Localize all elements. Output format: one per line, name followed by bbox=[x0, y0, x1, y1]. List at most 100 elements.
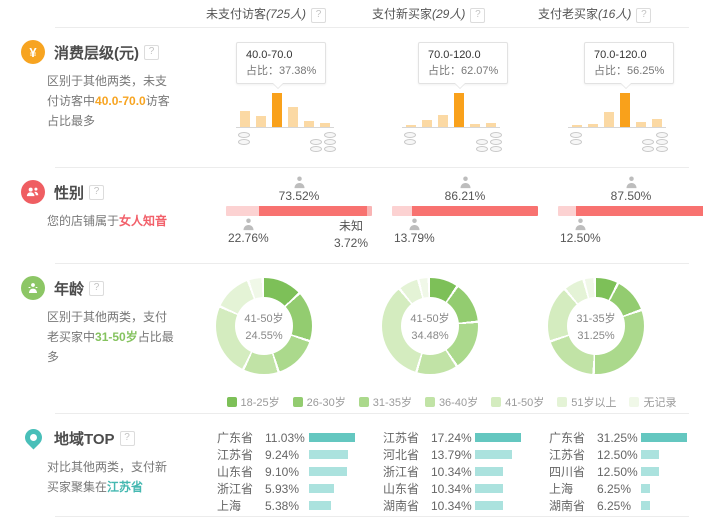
coin-icon bbox=[490, 132, 502, 138]
region-bar[interactable] bbox=[309, 501, 331, 510]
gender-chart-new-buyers: 86.21% 13.79% bbox=[366, 168, 532, 264]
help-icon[interactable]: ? bbox=[89, 185, 104, 200]
region-bar[interactable] bbox=[641, 433, 687, 442]
male-percent: 13.79% bbox=[394, 231, 435, 245]
donut-center: 31-35岁 31.25% bbox=[567, 297, 625, 355]
region-bar[interactable] bbox=[309, 484, 334, 493]
female-percent: 73.52% bbox=[226, 189, 372, 203]
female-segment[interactable] bbox=[576, 206, 703, 216]
unknown-label bbox=[666, 218, 700, 252]
region-bar[interactable] bbox=[641, 450, 659, 459]
consumption-bar[interactable] bbox=[636, 122, 646, 127]
gender-stacked-bar[interactable] bbox=[558, 206, 703, 216]
region-list-new-buyers: 江苏省17.24%河北省13.79%浙江省10.34%山东省10.34%湖南省1… bbox=[366, 414, 532, 517]
region-bar[interactable] bbox=[475, 450, 512, 459]
legend-item: 41-50岁 bbox=[491, 394, 544, 410]
male-segment[interactable] bbox=[558, 206, 576, 216]
help-icon[interactable]: ? bbox=[144, 45, 159, 60]
col-head-unpaid-visitors: 未支付访客(725人)? bbox=[200, 5, 366, 23]
consumption-bar[interactable] bbox=[588, 124, 598, 127]
coin-stack-low bbox=[570, 131, 582, 152]
help-icon[interactable]: ? bbox=[120, 431, 135, 446]
coin-icon bbox=[324, 139, 336, 145]
legend-label: 51岁以上 bbox=[571, 394, 616, 410]
consumption-bar[interactable] bbox=[288, 107, 298, 127]
coin-icons bbox=[568, 131, 670, 152]
consumption-bar[interactable] bbox=[470, 124, 480, 127]
region-bar[interactable] bbox=[641, 484, 650, 493]
legend-label: 无记录 bbox=[643, 394, 676, 410]
region-bar[interactable] bbox=[475, 467, 503, 476]
legend-item: 26-30岁 bbox=[293, 394, 346, 410]
coin-icon bbox=[238, 132, 250, 138]
male-figure: 13.79% bbox=[394, 218, 435, 252]
male-segment[interactable] bbox=[392, 206, 412, 216]
region-bar[interactable] bbox=[309, 433, 355, 442]
region-bar[interactable] bbox=[475, 433, 521, 442]
consumption-bar[interactable] bbox=[620, 93, 630, 127]
region-bar[interactable] bbox=[475, 484, 503, 493]
region-row: 湖南省6.25% bbox=[549, 497, 693, 510]
coin-icon bbox=[656, 132, 668, 138]
male-icon bbox=[241, 218, 256, 231]
consumption-bar[interactable] bbox=[486, 123, 496, 127]
male-figure: 12.50% bbox=[560, 218, 601, 252]
help-icon[interactable]: ? bbox=[89, 281, 104, 296]
region-bar[interactable] bbox=[475, 501, 503, 510]
male-segment[interactable] bbox=[226, 206, 259, 216]
section-gender: 性别 ? 您的店铺属于女人知音 73.52% 22.76% 未知 bbox=[0, 168, 703, 264]
region-bar[interactable] bbox=[641, 467, 659, 476]
consumption-chart-new-buyers: 70.0-120.0 占比：62.07% bbox=[366, 28, 532, 168]
section-title: 年龄 bbox=[54, 278, 84, 299]
region-name: 江苏省 bbox=[383, 429, 431, 446]
region-row: 山东省9.10% bbox=[217, 463, 356, 476]
female-segment[interactable] bbox=[412, 206, 538, 216]
help-icon[interactable]: ? bbox=[470, 8, 485, 23]
legend-swatch bbox=[293, 397, 303, 407]
region-name: 四川省 bbox=[549, 463, 597, 480]
consumption-bar[interactable] bbox=[438, 115, 448, 127]
region-name: 湖南省 bbox=[549, 497, 597, 514]
consumption-bar[interactable] bbox=[320, 123, 330, 127]
chart-tooltip: 70.0-120.0 占比：62.07% bbox=[418, 42, 508, 84]
region-name: 浙江省 bbox=[383, 463, 431, 480]
coin-stack-high bbox=[476, 131, 502, 152]
region-percent: 10.34% bbox=[431, 482, 475, 496]
region-row: 江苏省12.50% bbox=[549, 446, 693, 459]
age-descriptor: 年龄 ? 区别于其他两类，支付老买家中31-50岁占比最多 bbox=[0, 264, 200, 414]
consumption-bar[interactable] bbox=[572, 125, 582, 127]
consumption-bar[interactable] bbox=[240, 111, 250, 127]
region-list-repeat-buyers: 广东省31.25%江苏省12.50%四川省12.50%上海6.25%湖南省6.2… bbox=[532, 414, 703, 517]
region-bar[interactable] bbox=[309, 450, 348, 459]
help-icon[interactable]: ? bbox=[636, 8, 651, 23]
consumption-bar[interactable] bbox=[406, 125, 416, 127]
region-name: 江苏省 bbox=[217, 446, 265, 463]
consumption-bar[interactable] bbox=[604, 112, 614, 127]
tooltip-range: 70.0-120.0 bbox=[594, 47, 664, 63]
column-headers: 未支付访客(725人)? 支付新买家(29人)? 支付老买家(16人)? bbox=[0, 0, 703, 28]
coin-stack-low bbox=[238, 131, 250, 152]
legend-item: 31-35岁 bbox=[359, 394, 412, 410]
section-age: 年龄 ? 区别于其他两类，支付老买家中31-50岁占比最多 41-50岁 24.… bbox=[0, 264, 703, 414]
coin-icon bbox=[490, 139, 502, 145]
region-bar[interactable] bbox=[641, 501, 650, 510]
section-title: 地域TOP bbox=[54, 428, 115, 449]
consumption-bar[interactable] bbox=[454, 93, 464, 127]
donut-center-label: 41-50岁 bbox=[410, 310, 449, 326]
consumption-bar[interactable] bbox=[272, 93, 282, 127]
female-segment[interactable] bbox=[259, 206, 366, 216]
coin-icon bbox=[310, 139, 322, 145]
consumption-bar[interactable] bbox=[304, 121, 314, 127]
consumption-bar[interactable] bbox=[422, 120, 432, 127]
consumption-bar[interactable] bbox=[256, 116, 266, 127]
consumption-desc: 区别于其他两类，未支付访客中40.0-70.0访客占比最多 bbox=[21, 71, 175, 131]
legend-label: 36-40岁 bbox=[439, 394, 478, 410]
help-icon[interactable]: ? bbox=[311, 8, 326, 23]
gender-stacked-bar[interactable] bbox=[226, 206, 372, 216]
gender-stacked-bar[interactable] bbox=[392, 206, 538, 216]
region-bar[interactable] bbox=[309, 467, 347, 476]
consumption-bar[interactable] bbox=[652, 119, 662, 127]
region-row: 江苏省17.24% bbox=[383, 429, 522, 442]
region-name: 浙江省 bbox=[217, 480, 265, 497]
chart-tooltip: 40.0-70.0 占比：37.38% bbox=[236, 42, 326, 84]
